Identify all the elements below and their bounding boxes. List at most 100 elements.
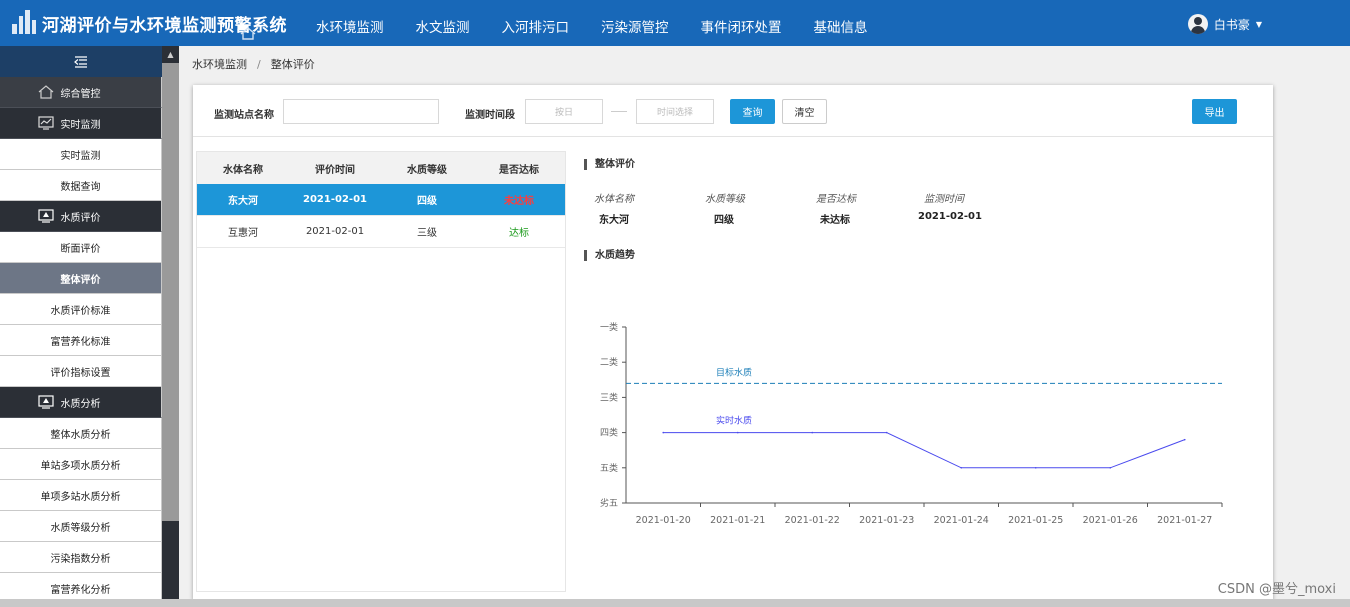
sidebar-item[interactable]: 污染指数分析 xyxy=(0,542,162,573)
main-content: 水环境监测 / 整体评价 监测站点名称 监测时间段 按日 时间选择 查询 清空 导出… xyxy=(179,46,1350,607)
menu-collapse-icon xyxy=(74,55,87,68)
breadcrumb-parent[interactable]: 水环境监测 xyxy=(192,58,247,71)
date-range-dash xyxy=(611,111,627,112)
sidebar-item-label: 单项多站水质分析 xyxy=(40,491,121,503)
sidebar-scrollbar[interactable]: ▲ xyxy=(162,46,179,607)
field-label: 监测时间 xyxy=(924,194,964,205)
column-header: 评价时间 xyxy=(315,164,355,176)
sidebar-item[interactable]: 评价指标设置 xyxy=(0,356,162,387)
y-tick-label: 二类 xyxy=(600,356,618,368)
data-point xyxy=(662,431,665,434)
x-tick-label: 2021-01-22 xyxy=(785,515,840,526)
sidebar-group[interactable]: 综合管控 xyxy=(0,77,162,108)
scroll-up-icon[interactable]: ▲ xyxy=(162,46,179,63)
export-button[interactable]: 导出 xyxy=(1192,99,1237,124)
x-tick-label: 2021-01-23 xyxy=(859,515,914,526)
sidebar-item-label: 水质等级分析 xyxy=(50,522,111,534)
sidebar-item[interactable]: 水质等级分析 xyxy=(0,511,162,542)
user-name: 白书豪 xyxy=(1213,17,1250,32)
avatar xyxy=(1187,14,1208,34)
sidebar-item[interactable]: 实时监测 xyxy=(0,139,162,170)
sidebar-item-label: 断面评价 xyxy=(60,243,101,255)
horizontal-scrollbar[interactable] xyxy=(0,599,1350,607)
sidebar-toggle[interactable] xyxy=(0,46,162,77)
sidebar-item[interactable]: 水质评价标准 xyxy=(0,294,162,325)
filter-bar: 监测站点名称 监测时间段 按日 时间选择 查询 清空 导出 xyxy=(193,85,1273,137)
table-row[interactable]: 东大河 2021-02-01 四级 未达标 xyxy=(197,184,565,216)
clear-button[interactable]: 清空 xyxy=(782,99,827,124)
overall-title: 整体评价 xyxy=(584,159,635,170)
x-tick-label: 2021-01-27 xyxy=(1157,515,1212,526)
y-tick-label: 三类 xyxy=(600,391,618,403)
nav-sewage-outlet[interactable]: 入河排污口 xyxy=(486,0,586,46)
sidebar-item-label: 水质分析 xyxy=(60,398,101,410)
column-header: 是否达标 xyxy=(499,164,539,176)
monitor-icon xyxy=(38,209,54,223)
breadcrumb-current: 整体评价 xyxy=(270,58,315,71)
field-value-time: 2021-02-01 xyxy=(918,211,982,222)
table-row[interactable]: 互惠河 2021-02-01 三级 达标 xyxy=(197,216,565,248)
data-point xyxy=(1034,467,1037,469)
sidebar-item-label: 富营养化分析 xyxy=(50,584,111,596)
sidebar-item-label: 污染指数分析 xyxy=(50,553,111,565)
caret-down-icon: ▼ xyxy=(1255,19,1262,29)
sidebar-item-label: 数据查询 xyxy=(60,181,101,193)
field-value-status: 未达标 xyxy=(820,215,850,226)
data-point xyxy=(736,431,739,434)
trend-chart: 一类二类三类四类五类劣五 2021-01-20 2021-01-21 2021-01-… xyxy=(600,321,1223,526)
sidebar-item[interactable]: 单站多项水质分析 xyxy=(0,449,162,480)
sidebar-item[interactable]: 整体评价 xyxy=(0,263,162,294)
column-header: 水质等级 xyxy=(407,164,447,176)
sidebar-item-label: 整体水质分析 xyxy=(50,429,111,441)
y-tick-label: 劣五 xyxy=(600,497,618,509)
sidebar-item[interactable]: 整体水质分析 xyxy=(0,418,162,449)
nav-pollution-source[interactable]: 污染源管控 xyxy=(585,0,685,46)
water-body-table: 水体名称 评价时间 水质等级 是否达标 东大河 2021-02-01 四级 未达… xyxy=(196,151,566,592)
monitor-icon xyxy=(38,395,54,409)
sidebar-item-label: 水质评价 xyxy=(60,212,101,224)
station-label: 监测站点名称 xyxy=(214,110,274,121)
cell-grade: 四级 xyxy=(417,196,437,207)
sidebar-group[interactable]: 实时监测 xyxy=(0,108,162,139)
series-label: 实时水质 xyxy=(716,415,752,427)
cell-grade: 三级 xyxy=(417,228,437,239)
reference-label: 目标水质 xyxy=(716,366,752,378)
cell-date: 2021-02-01 xyxy=(305,226,365,237)
content-card: 监测站点名称 监测时间段 按日 时间选择 查询 清空 导出 水体名称 评价时间 … xyxy=(193,85,1273,600)
watermark: CSDN @墨兮_moxi xyxy=(1217,582,1336,597)
home-icon xyxy=(38,85,54,99)
nav-event-handling[interactable]: 事件闭环处置 xyxy=(685,0,798,46)
nav-water-environment[interactable]: 水环境监测 xyxy=(300,0,400,46)
sidebar-item[interactable]: 富营养化标准 xyxy=(0,325,162,356)
nav-basic-info[interactable]: 基础信息 xyxy=(798,0,884,46)
breadcrumb: 水环境监测 / 整体评价 xyxy=(192,56,315,72)
field-label: 水体名称 xyxy=(594,194,634,205)
breadcrumb-separator: / xyxy=(257,58,261,71)
field-label: 水质等级 xyxy=(705,194,745,205)
column-header: 水体名称 xyxy=(223,164,263,176)
sidebar-group[interactable]: 水质分析 xyxy=(0,387,162,418)
period-label: 监测时间段 xyxy=(465,110,515,121)
sidebar-item[interactable]: 断面评价 xyxy=(0,232,162,263)
field-value-grade: 四级 xyxy=(714,215,734,226)
data-point xyxy=(885,431,888,434)
cell-name: 互惠河 xyxy=(228,228,258,239)
sidebar: 综合管控 实时监测 实时监测 数据查询 水质评价 断面评价 整体评价 水质评价标准 富营养化标准… xyxy=(0,46,162,607)
sidebar-item[interactable]: 单项多站水质分析 xyxy=(0,480,162,511)
scrollbar-thumb[interactable] xyxy=(162,63,179,521)
end-date-input[interactable]: 时间选择 xyxy=(636,99,714,124)
sidebar-item-label: 水质评价标准 xyxy=(50,305,111,317)
sidebar-item[interactable]: 数据查询 xyxy=(0,170,162,201)
start-date-input[interactable]: 按日 xyxy=(525,99,603,124)
cell-name: 东大河 xyxy=(228,196,258,207)
station-input[interactable] xyxy=(283,99,439,124)
data-point xyxy=(1109,467,1112,469)
home-icon[interactable] xyxy=(240,27,256,40)
nav-hydrology[interactable]: 水文监测 xyxy=(400,0,486,46)
user-menu[interactable]: 白书豪 ▼ xyxy=(1187,14,1262,34)
field-value-name: 东大河 xyxy=(599,215,629,226)
query-button[interactable]: 查询 xyxy=(730,99,775,124)
field-label: 是否达标 xyxy=(816,194,856,205)
x-tick-label: 2021-01-20 xyxy=(636,515,691,526)
sidebar-group[interactable]: 水质评价 xyxy=(0,201,162,232)
